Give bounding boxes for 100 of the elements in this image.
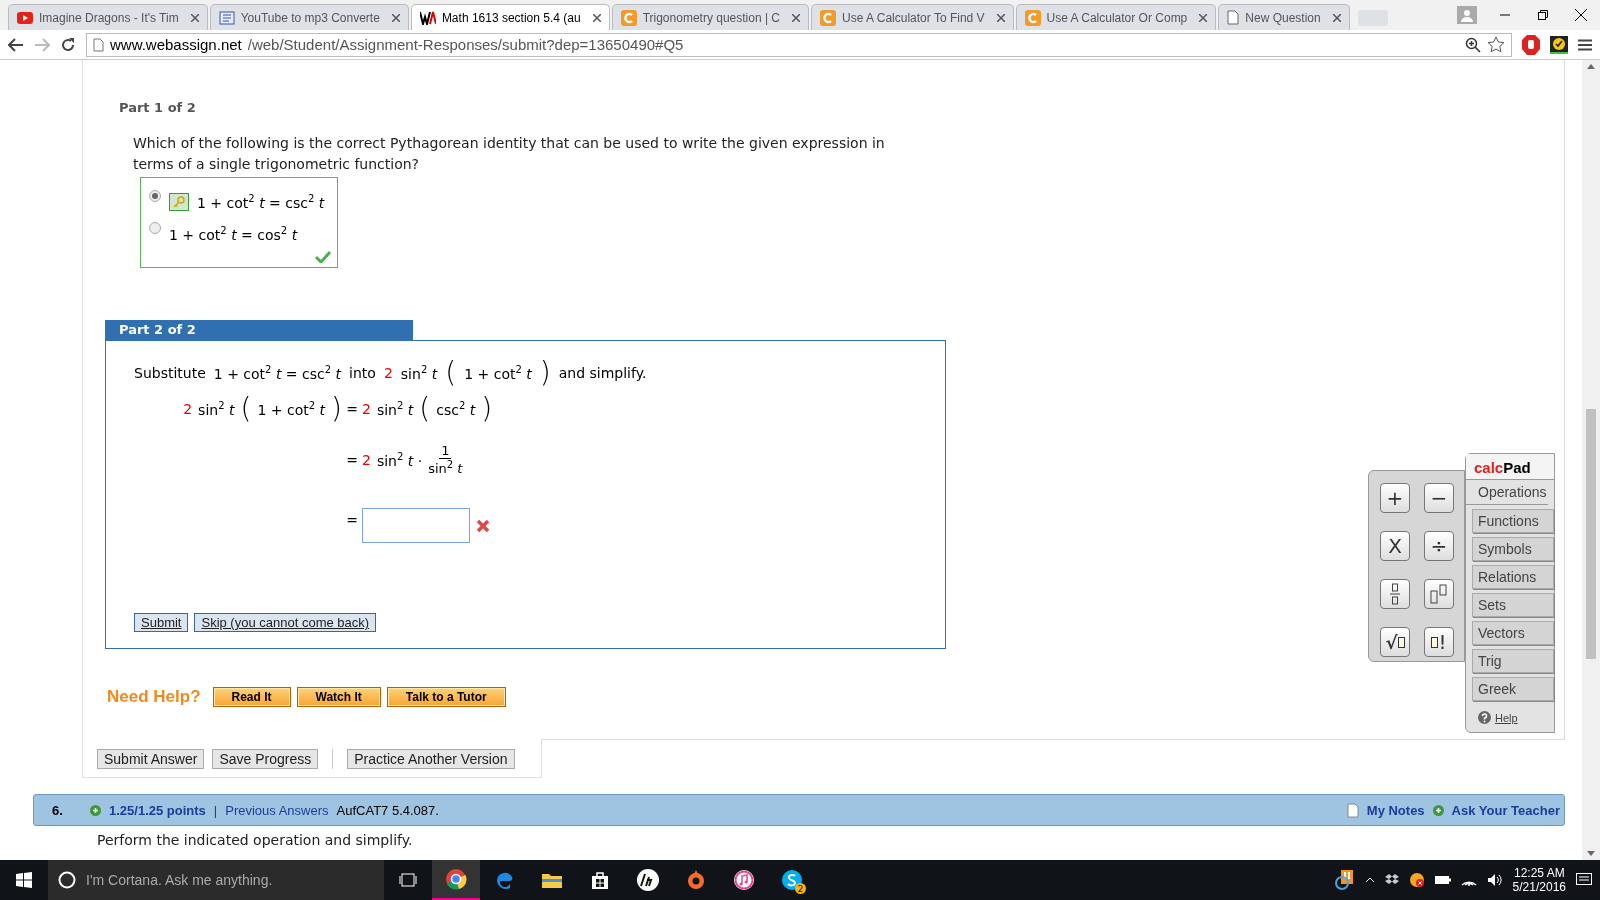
calcpad-tab[interactable]: Sets bbox=[1472, 593, 1554, 617]
logo-icon bbox=[419, 10, 436, 25]
calcpad-tab[interactable]: Symbols bbox=[1472, 537, 1554, 561]
chevron-up-icon[interactable] bbox=[1364, 877, 1375, 883]
hp-logo-icon[interactable] bbox=[636, 868, 660, 892]
zoom-icon[interactable] bbox=[1465, 36, 1481, 53]
skype-icon[interactable] bbox=[781, 869, 803, 891]
question-text: Substitute 1 + cot$^{2}$ t = csc$^{2}$ t into 2 sin$^{2}$ t ( 1 + cot$^{2}$ t ) and simplify. bbox=[134, 357, 648, 389]
equals-sign: = bbox=[345, 451, 359, 468]
question-code: AufCAT7 5.4.087. bbox=[336, 802, 439, 818]
option-label: 1 + cot$^{2}$ t = csc$^{2}$ t bbox=[197, 193, 325, 211]
c-letter-icon bbox=[1024, 9, 1041, 26]
calc-key[interactable]: ! bbox=[1424, 627, 1454, 657]
browser-tab[interactable]: Use A Calculator To Find V bbox=[811, 4, 1014, 30]
close-icon[interactable] bbox=[1575, 9, 1587, 21]
help-button[interactable]: Watch It bbox=[296, 687, 381, 707]
exponent-icon bbox=[1430, 583, 1448, 605]
notifications-icon[interactable] bbox=[1576, 873, 1592, 887]
calcpad-tab[interactable]: Vectors bbox=[1472, 621, 1554, 645]
battery-icon[interactable] bbox=[1434, 875, 1451, 885]
radio-button[interactable] bbox=[149, 222, 161, 234]
separator-text: | bbox=[213, 802, 218, 818]
reload-icon[interactable] bbox=[60, 36, 76, 53]
menu-icon[interactable] bbox=[1578, 38, 1592, 51]
help-icon bbox=[1478, 711, 1491, 724]
calc-key[interactable]: X bbox=[1380, 531, 1410, 561]
math-expression: 2 sin$^{2}$ t ( 1 + cot$^{2}$ t ) bbox=[183, 395, 342, 423]
address-bar[interactable]: www.webassign.net /web/Student/Assignment-Responses/submit?dep=13650490#Q5 bbox=[86, 32, 1512, 57]
restore-icon[interactable] bbox=[1538, 10, 1548, 20]
plus-icon bbox=[90, 804, 101, 816]
dropbox-icon[interactable] bbox=[1384, 874, 1399, 886]
browser-tab[interactable]: Imagine Dragons - It's Tim bbox=[8, 4, 208, 30]
task-view-icon[interactable] bbox=[399, 873, 417, 887]
action-button[interactable]: Submit Answer bbox=[97, 749, 205, 769]
previous-answers-link[interactable]: Previous Answers bbox=[225, 802, 329, 818]
calcpad-tab[interactable]: Relations bbox=[1472, 565, 1554, 589]
search-field[interactable]: I'm Cortana. Ask me anything. bbox=[48, 860, 384, 900]
calcpad-tab[interactable]: Trig bbox=[1472, 649, 1554, 673]
stop-hand-icon[interactable] bbox=[1522, 34, 1540, 55]
windows-icon[interactable] bbox=[16, 872, 32, 888]
equals-sign: = bbox=[345, 401, 359, 417]
clock-date[interactable]: 5/21/2016 bbox=[1512, 880, 1566, 894]
c-letter-icon bbox=[820, 9, 837, 26]
ask-teacher-link[interactable]: Ask Your Teacher bbox=[1451, 802, 1560, 818]
calcpad-tab[interactable]: Functions bbox=[1472, 509, 1554, 533]
notification-badge: 2 bbox=[795, 883, 806, 894]
origin-icon[interactable] bbox=[686, 870, 706, 890]
question-text: Which of the following is the correct Pythagorean identity that can be used to write the given expression in terms of a single trigonometric function? bbox=[133, 134, 886, 174]
question-number: 6. bbox=[52, 802, 64, 818]
checkmark-icon bbox=[315, 250, 331, 263]
calc-key[interactable]: + bbox=[1380, 483, 1410, 513]
clock-time[interactable]: 12:25 AM bbox=[1513, 866, 1565, 880]
c-letter-icon bbox=[620, 9, 637, 26]
checkmark-icon[interactable] bbox=[1550, 35, 1568, 54]
chrome-icon[interactable] bbox=[445, 868, 467, 890]
speaker-icon[interactable] bbox=[1486, 873, 1503, 887]
question-text: Perform the indicated operation and simplify. bbox=[97, 832, 414, 848]
music-note-icon[interactable] bbox=[733, 869, 755, 891]
browser-tab[interactable]: Math 1613 section 5.4 (au bbox=[410, 4, 610, 30]
back-icon[interactable] bbox=[8, 37, 24, 52]
submit-part-button[interactable]: Skip (you cannot come back) bbox=[194, 613, 377, 632]
action-button[interactable]: Practice Another Version bbox=[347, 749, 515, 769]
calc-key[interactable]: √ bbox=[1380, 627, 1410, 657]
circle-icon bbox=[58, 871, 76, 889]
calc-key[interactable] bbox=[1380, 579, 1410, 609]
answer-field[interactable] bbox=[362, 508, 470, 544]
math-expression: 2 sin$^{2}$ t ( csc$^{2}$ t ) bbox=[362, 395, 494, 423]
calc-key[interactable]: − bbox=[1424, 483, 1454, 513]
scroll-down-icon[interactable] bbox=[1587, 851, 1595, 856]
browser-tab[interactable]: New Question bbox=[1218, 4, 1350, 30]
fraction-icon bbox=[1389, 583, 1401, 605]
edge-icon[interactable] bbox=[494, 870, 514, 890]
store-icon[interactable] bbox=[590, 870, 610, 890]
page-icon bbox=[93, 37, 104, 52]
help-link[interactable]: Help bbox=[1495, 711, 1518, 724]
browser-tab[interactable]: YouTube to mp3 Converte bbox=[209, 4, 409, 30]
folder-icon[interactable] bbox=[541, 871, 563, 889]
option-label: 1 + cot$^{2}$ t = cos$^{2}$ t bbox=[169, 225, 298, 243]
scroll-up-icon[interactable] bbox=[1587, 64, 1595, 69]
calcpad-title: calcPad bbox=[1466, 454, 1554, 480]
close-icon[interactable] bbox=[592, 13, 601, 22]
browser-tab[interactable]: Trigonometry question | C bbox=[611, 4, 810, 30]
submit-part-button[interactable]: Submit bbox=[134, 613, 189, 632]
equals-sign: = bbox=[345, 511, 359, 528]
calc-key[interactable] bbox=[1424, 579, 1454, 609]
help-label: Need Help? bbox=[107, 687, 201, 707]
plus-icon bbox=[1432, 804, 1444, 816]
page-icon bbox=[1227, 10, 1240, 25]
browser-tab[interactable]: Use A Calculator Or Comp bbox=[1015, 4, 1217, 30]
my-notes-link[interactable]: My Notes bbox=[1366, 802, 1425, 818]
action-button[interactable]: Save Progress bbox=[212, 749, 319, 769]
video-icon bbox=[17, 11, 33, 24]
radio-button[interactable] bbox=[149, 190, 161, 202]
star-icon[interactable] bbox=[1487, 36, 1505, 53]
calc-key[interactable]: ÷ bbox=[1424, 531, 1454, 561]
scrollbar-thumb[interactable] bbox=[1586, 409, 1596, 659]
calcpad-tab[interactable]: Greek bbox=[1472, 677, 1554, 701]
help-button[interactable]: Talk to a Tutor bbox=[386, 687, 506, 707]
alert-icon[interactable] bbox=[1334, 870, 1355, 890]
help-button[interactable]: Read It bbox=[212, 687, 291, 707]
